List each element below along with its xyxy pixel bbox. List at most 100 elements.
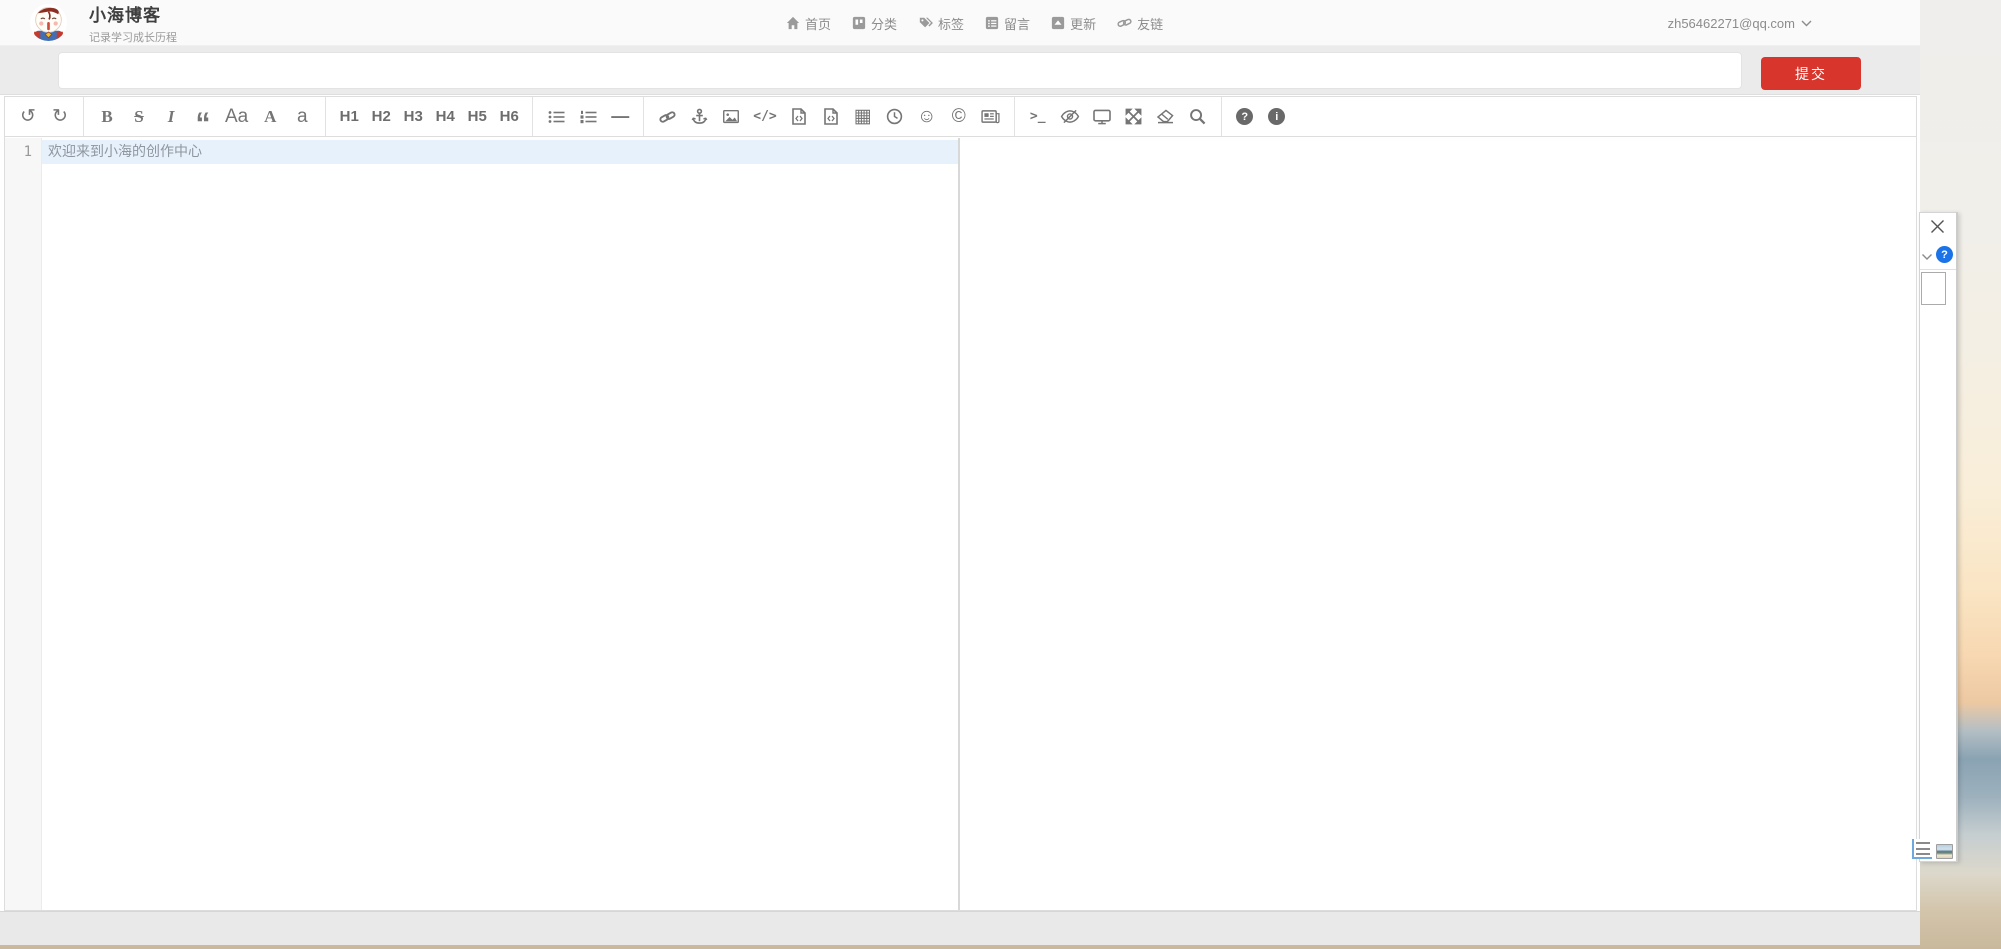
nav-label: 首页 (805, 14, 831, 33)
html-entities-button[interactable]: © (949, 101, 969, 133)
nav-item-message[interactable]: 留言 (985, 14, 1030, 33)
nav-item-tags[interactable]: 标签 (918, 14, 964, 33)
italic-button[interactable]: I (161, 101, 181, 133)
nav-item-home[interactable]: 首页 (786, 14, 831, 33)
nav-item-friend-links[interactable]: 友链 (1117, 14, 1163, 33)
editor-body: 1 欢迎来到小海的创作中心 (5, 138, 1916, 910)
anchor-icon (691, 108, 708, 125)
redo-button[interactable]: ↻ (50, 101, 70, 133)
strikethrough-button[interactable]: S (129, 101, 149, 133)
text-lines-icon[interactable] (1912, 839, 1932, 859)
user-menu[interactable]: zh56462271@qq.com (1668, 0, 1812, 46)
fullscreen-icon (1125, 108, 1142, 125)
uppercase-button[interactable]: A (260, 101, 280, 133)
top-navbar: 小海博客 记录学习成长历程 首页 分类 标签 留言 (0, 0, 1920, 46)
link-icon (659, 109, 676, 125)
watch-toggle-button[interactable] (1060, 101, 1080, 133)
h5-button[interactable]: H5 (467, 101, 487, 133)
info-circle-icon: i (1268, 108, 1285, 125)
link-button[interactable] (657, 101, 677, 133)
markdown-preview-pane (960, 138, 1916, 910)
h3-button[interactable]: H3 (403, 101, 423, 133)
site-brand[interactable]: 小海博客 记录学习成长历程 (30, 1, 177, 45)
fullscreen-button[interactable] (1124, 101, 1144, 133)
image-button[interactable] (721, 101, 741, 133)
site-logo-avatar[interactable] (30, 4, 67, 41)
page-footer (0, 911, 1920, 945)
h6-button[interactable]: H6 (499, 101, 519, 133)
main-nav: 首页 分类 标签 留言 更新 友链 (786, 0, 1163, 46)
ordered-list-button[interactable] (578, 101, 598, 133)
horizontal-rule-button[interactable]: — (610, 101, 630, 133)
inline-code-button[interactable]: </> (753, 101, 776, 133)
tags-icon (918, 16, 933, 30)
page-content: 小海博客 记录学习成长历程 首页 分类 标签 留言 (0, 0, 1920, 911)
markdown-input-area[interactable]: 欢迎来到小海的创作中心 (42, 138, 958, 910)
site-title: 小海博客 (89, 1, 177, 26)
help-button[interactable]: ? (1235, 101, 1255, 133)
nav-label: 更新 (1070, 14, 1096, 33)
goto-line-button[interactable]: >_ (1028, 101, 1048, 133)
cartoon-avatar-icon (30, 4, 67, 41)
line-number: 1 (24, 140, 32, 164)
widget-input[interactable] (1921, 272, 1946, 305)
lowercase-button[interactable]: a (292, 101, 312, 133)
search-button[interactable] (1188, 101, 1208, 133)
datetime-button[interactable] (885, 101, 905, 133)
chevron-down-icon (1801, 20, 1812, 27)
category-icon (852, 16, 866, 30)
nav-label: 留言 (1004, 14, 1030, 33)
clock-icon (886, 108, 903, 125)
nav-label: 分类 (871, 14, 897, 33)
unordered-list-icon (548, 109, 565, 125)
emoji-button[interactable]: ☺ (917, 101, 937, 133)
toolbar-divider (83, 97, 84, 136)
h1-button[interactable]: H1 (339, 101, 359, 133)
eye-slash-icon (1060, 109, 1080, 124)
help-circle-icon: ? (1236, 108, 1253, 125)
clear-button[interactable] (1156, 101, 1176, 133)
search-icon (1189, 108, 1206, 125)
unordered-list-button[interactable] (546, 101, 566, 133)
quote-button[interactable]: “ (193, 101, 213, 133)
close-icon[interactable] (1930, 219, 1945, 234)
pagebreak-button[interactable] (981, 101, 1001, 133)
file-code-icon (792, 108, 806, 125)
link-icon (1117, 16, 1132, 30)
submit-button[interactable]: 提交 (1761, 57, 1861, 90)
preview-button[interactable] (1092, 101, 1112, 133)
code-block-button[interactable] (821, 101, 841, 133)
image-icon (722, 109, 740, 124)
h4-button[interactable]: H4 (435, 101, 455, 133)
floating-side-widget: ? (1919, 212, 1958, 862)
editor-placeholder-text: 欢迎来到小海的创作中心 (48, 140, 202, 164)
ordered-list-icon (580, 109, 597, 125)
widget-bottom-toolbar (1912, 839, 1953, 859)
table-button[interactable]: ▦ (853, 101, 873, 133)
toolbar-divider (1221, 97, 1222, 136)
newspaper-icon (981, 109, 1000, 124)
photo-thumbnail-icon[interactable] (1936, 844, 1953, 859)
line-number-gutter: 1 (5, 138, 42, 910)
update-icon (1051, 16, 1065, 30)
nav-item-update[interactable]: 更新 (1051, 14, 1096, 33)
nav-label: 标签 (938, 14, 964, 33)
ucwords-button[interactable]: Aa (225, 101, 248, 133)
monitor-icon (1093, 109, 1111, 125)
nav-label: 友链 (1137, 14, 1163, 33)
bold-button[interactable]: B (97, 101, 117, 133)
h2-button[interactable]: H2 (371, 101, 391, 133)
anchor-button[interactable] (689, 101, 709, 133)
undo-button[interactable]: ↺ (18, 101, 38, 133)
article-title-input[interactable] (58, 52, 1742, 89)
toolbar-divider (532, 97, 533, 136)
message-icon (985, 16, 999, 30)
info-button[interactable]: i (1267, 101, 1287, 133)
user-email: zh56462271@qq.com (1668, 16, 1795, 31)
chevron-down-icon[interactable] (1921, 253, 1933, 261)
home-icon (786, 16, 800, 30)
preformatted-text-button[interactable] (789, 101, 809, 133)
markdown-editor: ↺ ↻ B S I “ Aa A a H1 H2 H3 H4 H5 H6 — (4, 96, 1917, 911)
help-circle-icon[interactable]: ? (1936, 246, 1953, 263)
nav-item-category[interactable]: 分类 (852, 14, 897, 33)
